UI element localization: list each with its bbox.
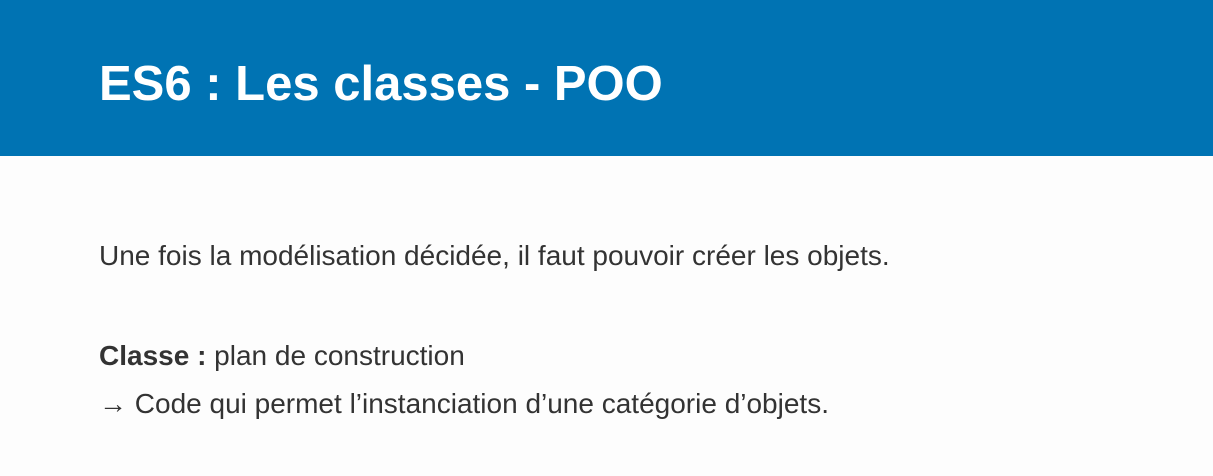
slide-title: ES6 : Les classes - POO — [99, 57, 663, 111]
class-definition-text: plan de construction — [206, 340, 465, 371]
slide-content: Une fois la modélisation décidée, il fau… — [99, 232, 1179, 428]
slide-header: ES6 : Les classes - POO — [0, 0, 1213, 156]
slide: ES6 : Les classes - POO Une fois la modé… — [0, 0, 1213, 476]
class-term: Classe : — [99, 340, 207, 371]
class-detail: → Code qui permet l’instanciation d’une … — [99, 388, 829, 419]
class-definition: Classe : plan de construction — [99, 332, 1179, 380]
intro-text: Une fois la modélisation décidée, il fau… — [99, 240, 890, 271]
